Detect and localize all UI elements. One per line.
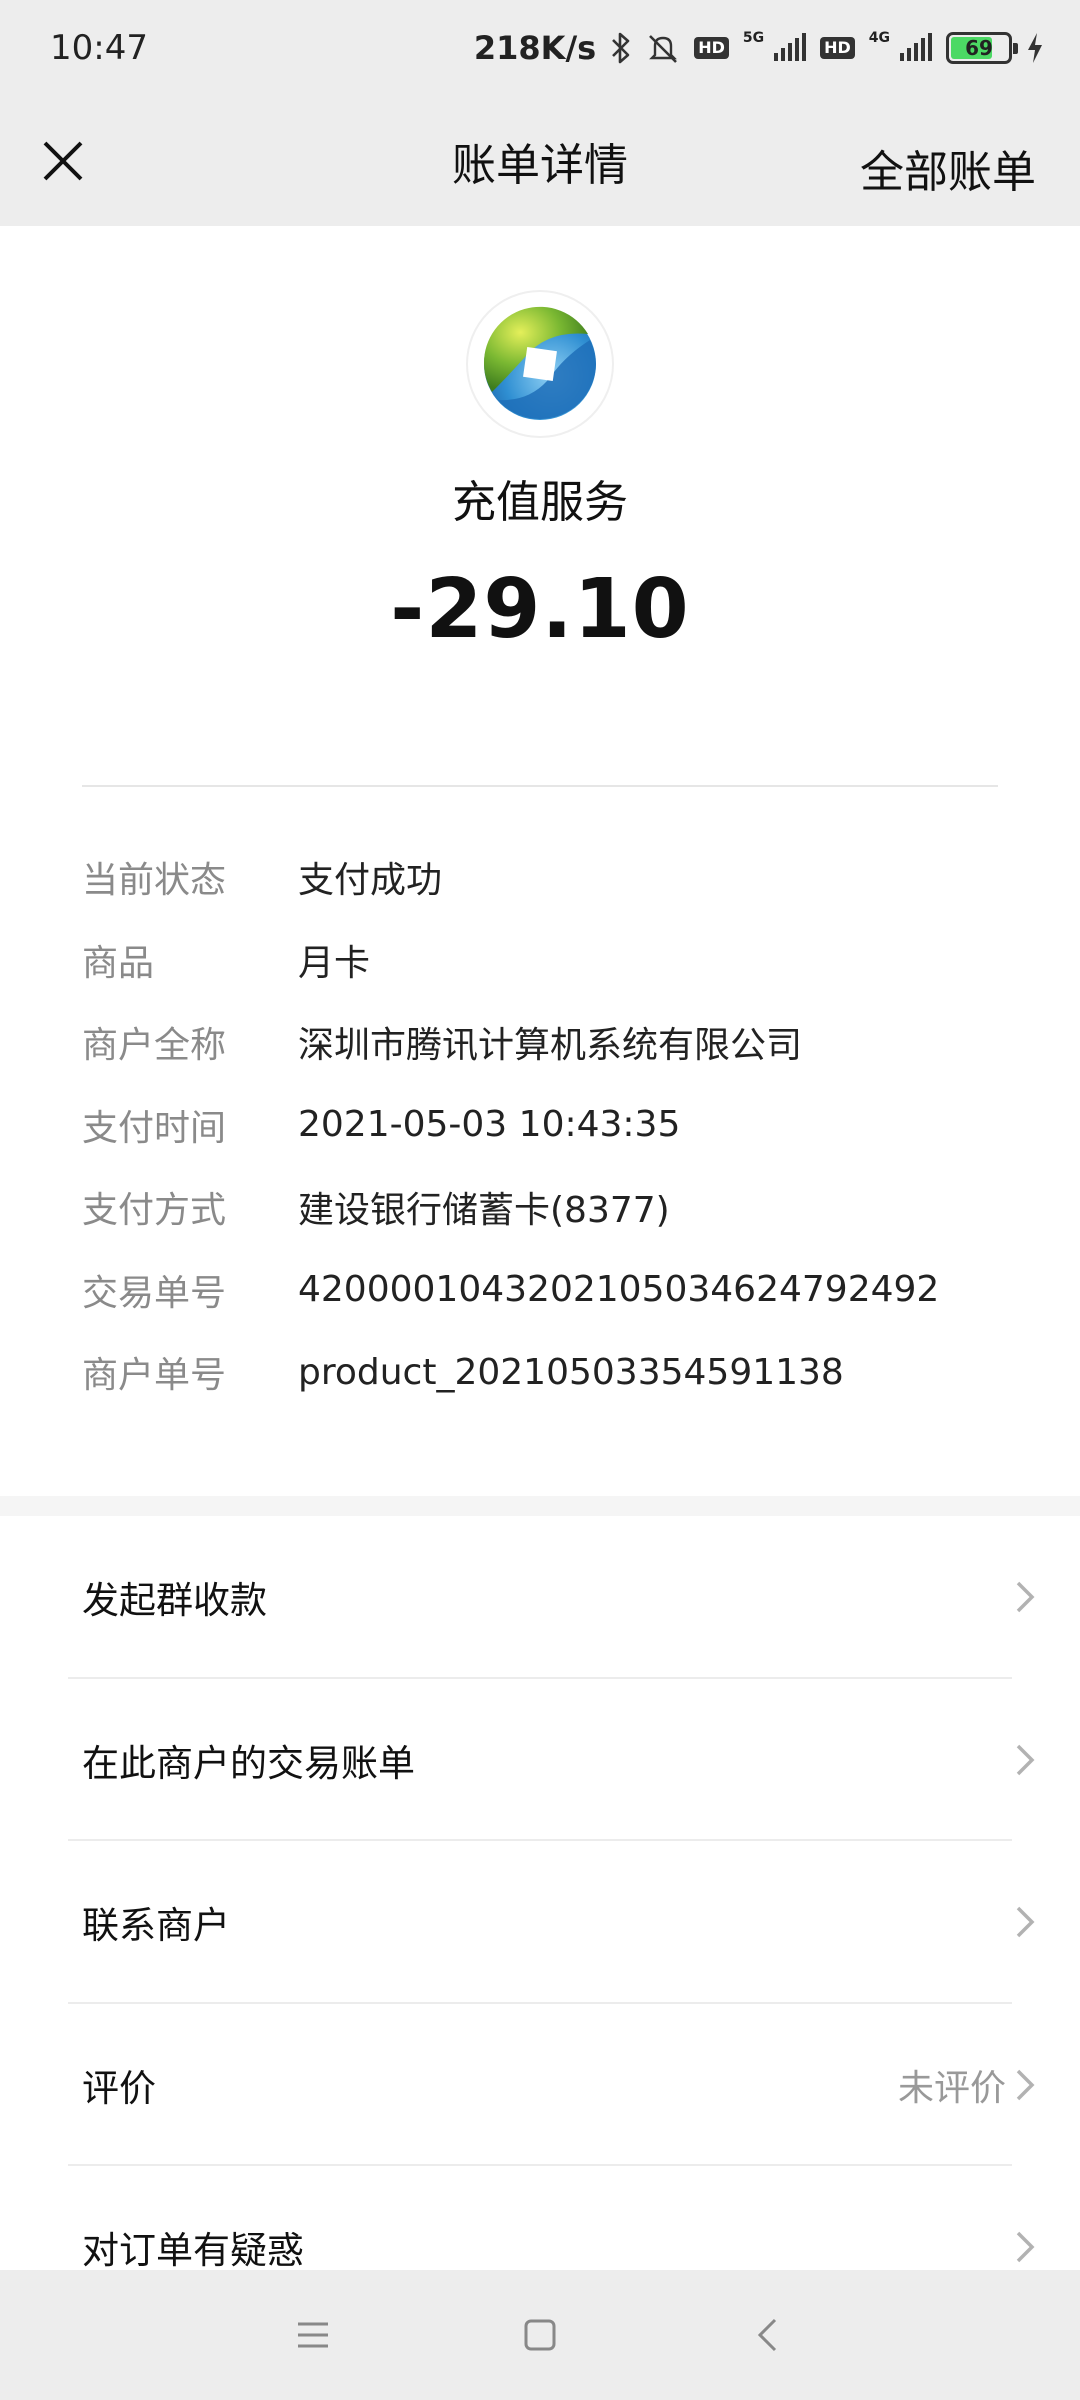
- chevron-right-icon: [1016, 1907, 1035, 1938]
- status-bar: 10:47 218K/s HD 5G HD 4G 69: [0, 0, 1080, 96]
- chevron-right-icon: [1016, 2232, 1035, 2263]
- rating-status: 未评价: [897, 2067, 1006, 2109]
- action-label: 发起群收款: [82, 1579, 267, 1623]
- page-title: 账单详情: [452, 140, 628, 191]
- detail-label: 支付时间: [82, 1107, 227, 1149]
- close-icon: [43, 141, 83, 181]
- detail-row-transaction-id: 交易单号 4200001043202105034624792492: [82, 1249, 998, 1332]
- network-5g-label: 5G: [742, 30, 765, 46]
- detail-value: 深圳市腾讯计算机系统有限公司: [298, 1025, 803, 1067]
- detail-label: 交易单号: [82, 1272, 227, 1314]
- detail-label: 商户单号: [82, 1355, 227, 1397]
- menu-button[interactable]: [273, 2295, 353, 2375]
- battery-icon: 69: [946, 32, 1018, 64]
- network-speed: 218K/s: [473, 29, 597, 67]
- home-square-icon: [524, 2319, 556, 2351]
- action-rating[interactable]: 评价 未评价: [0, 2004, 1080, 2167]
- merchant-logo: [468, 292, 612, 436]
- status-icons: 218K/s HD 5G HD 4G 69: [474, 29, 1044, 67]
- status-time: 10:47: [50, 28, 148, 68]
- system-navigation-bar: [0, 2270, 1080, 2400]
- action-group-collect[interactable]: 发起群收款: [0, 1516, 1080, 1679]
- network-4g-label: 4G: [868, 30, 890, 46]
- bluetooth-icon: [610, 31, 632, 65]
- detail-label: 商户全称: [82, 1025, 227, 1067]
- section-gap: [0, 1496, 1080, 1516]
- back-button[interactable]: [727, 2295, 807, 2375]
- chevron-right-icon: [1016, 1744, 1035, 1775]
- chevron-right-icon: [1016, 2069, 1035, 2100]
- detail-row-pay-time: 支付时间 2021-05-03 10:43:35: [82, 1084, 998, 1167]
- action-label: 联系商户: [82, 1904, 230, 1948]
- navigation-bar: 账单详情 全部账单: [0, 96, 1080, 226]
- hd-icon: HD: [694, 37, 729, 59]
- detail-row-product: 商品 月卡: [82, 919, 998, 1002]
- battery-level: 69: [965, 36, 993, 60]
- detail-label: 商品: [82, 942, 155, 984]
- merchant-title: 充值服务: [452, 477, 628, 528]
- detail-value: 建设银行储蓄卡(8377): [298, 1190, 670, 1232]
- detail-row-merchant-name: 商户全称 深圳市腾讯计算机系统有限公司: [82, 1001, 998, 1084]
- detail-value: 2021-05-03 10:43:35: [298, 1104, 681, 1146]
- all-bills-link[interactable]: 全部账单: [860, 136, 1036, 200]
- hd-icon-2: HD: [820, 37, 855, 59]
- detail-value[interactable]: 4200001043202105034624792492: [298, 1269, 939, 1310]
- signal-icon-2: [898, 33, 932, 63]
- action-merchant-bills[interactable]: 在此商户的交易账单: [0, 1679, 1080, 1842]
- action-list: 发起群收款 在此商户的交易账单 联系商户 评价 未评价 对订单有疑惑: [0, 1516, 1080, 2329]
- close-button[interactable]: [30, 128, 96, 194]
- bill-details: 当前状态 支付成功 商品 月卡 商户全称 深圳市腾讯计算机系统有限公司 支付时间…: [82, 836, 998, 1414]
- detail-value[interactable]: product_20210503354591138: [298, 1352, 844, 1393]
- detail-row-merchant-order-id: 商户单号 product_20210503354591138: [82, 1331, 998, 1414]
- action-label: 评价: [82, 2066, 156, 2110]
- header-divider: [82, 785, 998, 787]
- back-chevron-icon: [757, 2318, 776, 2352]
- charging-icon: [1026, 32, 1044, 64]
- action-label: 对订单有疑惑: [82, 2229, 304, 2273]
- signal-icon: [772, 33, 807, 63]
- action-contact-merchant[interactable]: 联系商户: [0, 1841, 1080, 2004]
- mute-bell-icon: [646, 31, 680, 65]
- menu-icon: [298, 2322, 329, 2348]
- action-label: 在此商户的交易账单: [82, 1741, 415, 1785]
- detail-row-status: 当前状态 支付成功: [82, 836, 998, 919]
- detail-label: 当前状态: [82, 860, 227, 902]
- home-button[interactable]: [500, 2295, 580, 2375]
- detail-value: 支付成功: [298, 860, 443, 902]
- detail-row-pay-method: 支付方式 建设银行储蓄卡(8377): [82, 1166, 998, 1249]
- chevron-right-icon: [1016, 1582, 1035, 1613]
- detail-label: 支付方式: [82, 1190, 227, 1232]
- detail-value: 月卡: [298, 942, 371, 984]
- bill-header: 充值服务 -29.10: [0, 226, 1080, 786]
- amount: -29.10: [390, 562, 690, 657]
